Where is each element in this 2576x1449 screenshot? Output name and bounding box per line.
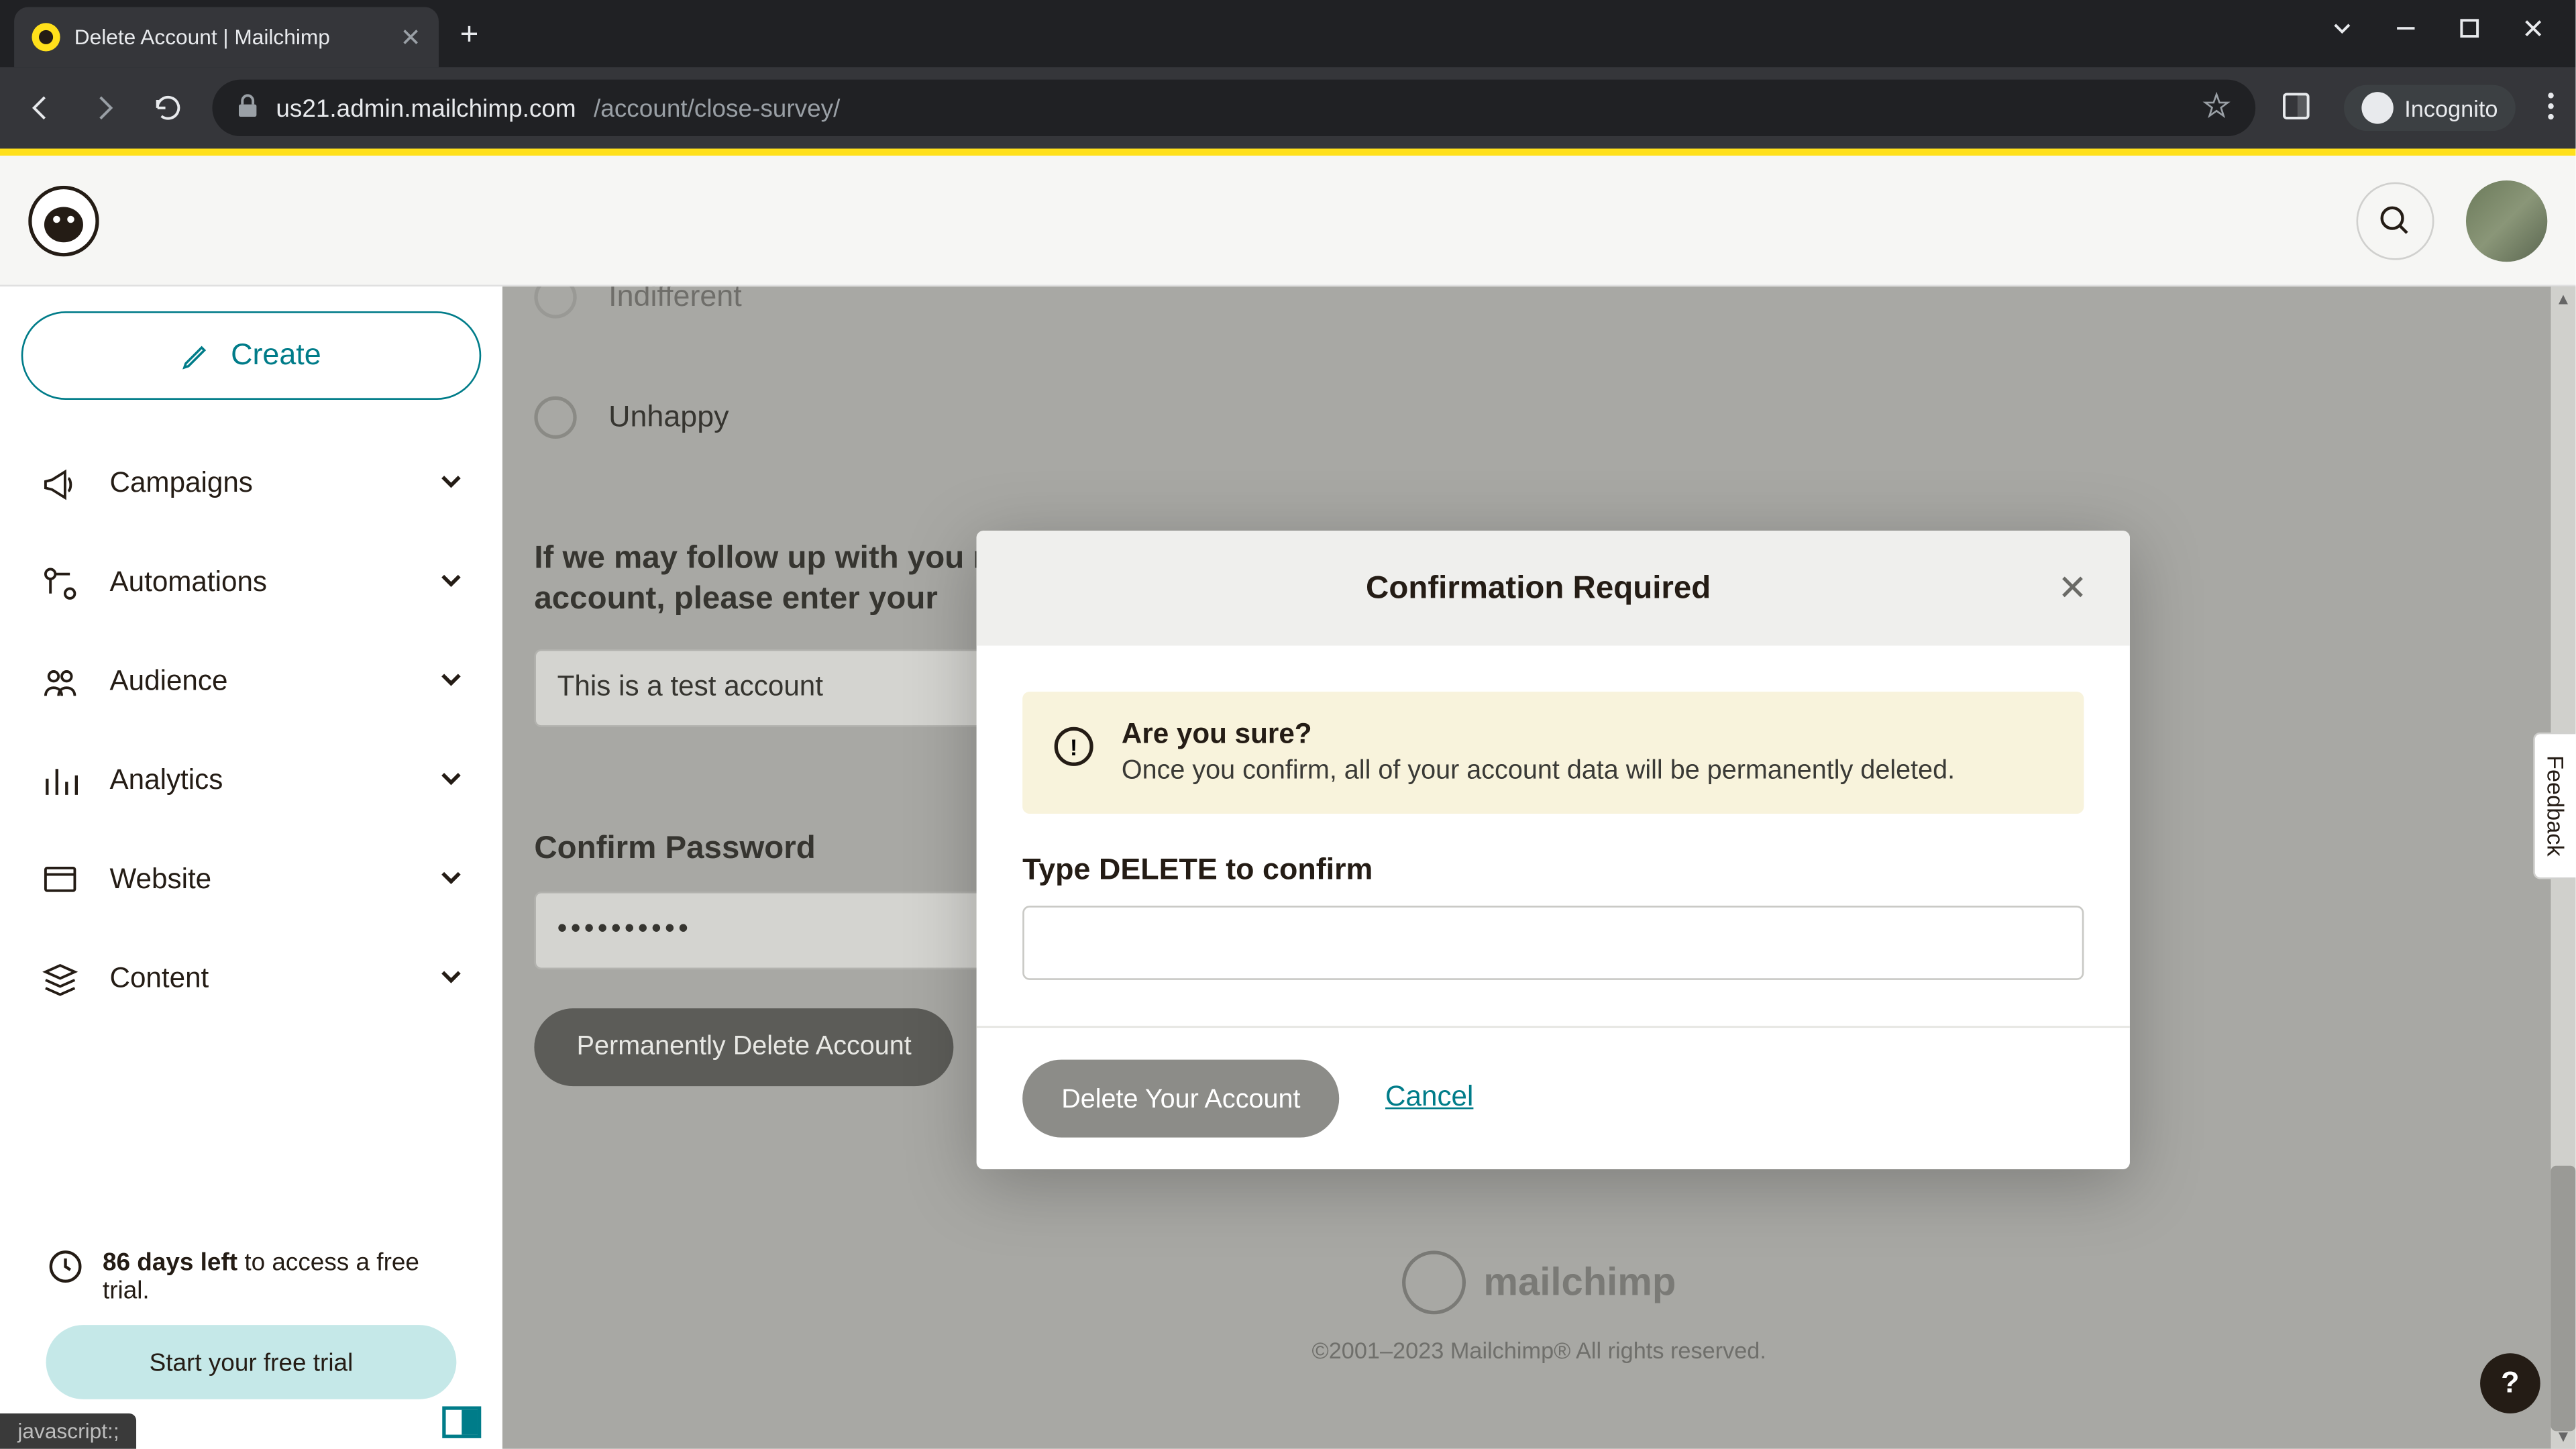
- warning-banner: ! Are you sure? Once you confirm, all of…: [1022, 692, 2084, 814]
- modal-title: Confirmation Required: [1019, 570, 2058, 606]
- scroll-up-icon[interactable]: ▲: [2551, 286, 2576, 311]
- status-bar: javascript:;: [0, 1413, 137, 1449]
- browser-chrome: Delete Account | Mailchimp ✕ + us21.admi…: [0, 0, 2575, 149]
- trial-callout: 86 days left to access a free trial. Sta…: [21, 1222, 482, 1424]
- nav-audience[interactable]: Audience: [21, 641, 482, 726]
- tab-close-icon[interactable]: ✕: [400, 22, 421, 52]
- radio-option[interactable]: [534, 286, 576, 318]
- tab-strip: Delete Account | Mailchimp ✕ +: [0, 0, 2575, 67]
- footer-logo: mailchimp: [1402, 1250, 1676, 1314]
- sidebar: Create Campaigns Automations Audience: [0, 286, 502, 1449]
- radio-unhappy[interactable]: [534, 396, 576, 439]
- chevron-down-icon: [439, 963, 464, 997]
- confirmation-modal: Confirmation Required ✕ ! Are you sure? …: [977, 531, 2130, 1169]
- search-icon: [2377, 203, 2413, 238]
- nav-automations[interactable]: Automations: [21, 541, 482, 627]
- maximize-icon[interactable]: [2459, 17, 2480, 44]
- feedback-tab[interactable]: Feedback: [2533, 733, 2575, 879]
- mailchimp-logo[interactable]: [28, 185, 99, 256]
- nav-analytics[interactable]: Analytics: [21, 739, 482, 824]
- address-bar: us21.admin.mailchimp.com/account/close-s…: [0, 67, 2575, 148]
- modal-close-button[interactable]: ✕: [2057, 566, 2087, 610]
- help-button[interactable]: ?: [2480, 1353, 2540, 1413]
- window-controls: [2300, 0, 2575, 62]
- browser-tab[interactable]: Delete Account | Mailchimp ✕: [14, 7, 439, 68]
- back-button[interactable]: [21, 89, 60, 127]
- url-path: /account/close-survey/: [594, 94, 840, 122]
- forward-button[interactable]: [85, 89, 124, 127]
- minimize-icon[interactable]: [2395, 17, 2416, 44]
- url-input[interactable]: us21.admin.mailchimp.com/account/close-s…: [212, 80, 2255, 136]
- chevron-down-icon: [439, 468, 464, 501]
- favicon-icon: [32, 23, 60, 51]
- warning-body: Once you confirm, all of your account da…: [1122, 755, 1955, 786]
- nav-label: Automations: [109, 568, 267, 599]
- warning-heading: Are you sure?: [1122, 720, 1955, 751]
- chevron-down-icon: [439, 864, 464, 898]
- audience-icon: [39, 661, 81, 704]
- megaphone-icon: [39, 464, 81, 506]
- trial-text: 86 days left to access a free trial.: [103, 1247, 456, 1303]
- clock-icon: [46, 1247, 85, 1291]
- footer-brand: mailchimp: [1483, 1260, 1676, 1306]
- tabs-dropdown-icon[interactable]: [2332, 17, 2353, 44]
- nav-label: Analytics: [109, 766, 223, 798]
- cookie-preferences-icon[interactable]: [442, 1406, 481, 1438]
- search-button[interactable]: [2356, 181, 2434, 259]
- app-header: [0, 156, 2575, 286]
- radio-label: Indifferent: [608, 286, 742, 315]
- warning-icon: !: [1055, 727, 1093, 766]
- chevron-down-icon: [439, 666, 464, 700]
- browser-menu-icon[interactable]: [2547, 91, 2555, 125]
- copyright-text: ©2001–2023 Mailchimp® All rights reserve…: [1311, 1338, 1766, 1364]
- radio-label: Unhappy: [608, 400, 729, 435]
- new-tab-button[interactable]: +: [439, 15, 500, 52]
- nav-label: Website: [109, 865, 211, 896]
- mailchimp-logo-icon: [1402, 1250, 1466, 1314]
- scrollbar-thumb[interactable]: [2551, 1166, 2576, 1432]
- nav-label: Content: [109, 964, 209, 996]
- chevron-down-icon: [439, 567, 464, 600]
- tab-title: Delete Account | Mailchimp: [74, 25, 330, 50]
- url-host: us21.admin.mailchimp.com: [276, 94, 576, 122]
- incognito-label: Incognito: [2404, 95, 2498, 121]
- content-icon: [39, 959, 81, 1001]
- reload-button[interactable]: [149, 89, 188, 127]
- start-trial-button[interactable]: Start your free trial: [46, 1325, 457, 1399]
- website-icon: [39, 860, 81, 902]
- confirm-delete-input[interactable]: [1022, 906, 2084, 980]
- analytics-icon: [39, 761, 81, 803]
- nav-label: Audience: [109, 667, 227, 698]
- pencil-icon: [181, 339, 213, 371]
- nav-campaigns[interactable]: Campaigns: [21, 442, 482, 527]
- delete-account-button[interactable]: Delete Your Account: [1022, 1060, 1339, 1138]
- confirm-input-label: Type DELETE to confirm: [1022, 853, 2084, 888]
- lock-icon: [237, 93, 258, 123]
- close-window-icon[interactable]: [2522, 17, 2544, 44]
- profile-avatar[interactable]: [2466, 180, 2547, 261]
- incognito-icon: [2362, 92, 2394, 123]
- permanently-delete-button[interactable]: Permanently Delete Account: [534, 1008, 954, 1086]
- cancel-link[interactable]: Cancel: [1385, 1083, 1473, 1114]
- scroll-down-icon[interactable]: ▼: [2551, 1424, 2576, 1449]
- nav-website[interactable]: Website: [21, 839, 482, 924]
- bookmark-icon[interactable]: [2203, 91, 2231, 125]
- incognito-badge[interactable]: Incognito: [2345, 85, 2516, 131]
- nav-content[interactable]: Content: [21, 938, 482, 1023]
- nav-label: Campaigns: [109, 469, 252, 500]
- automation-icon: [39, 563, 81, 605]
- extensions-icon[interactable]: [2281, 89, 2312, 126]
- chevron-down-icon: [439, 765, 464, 799]
- create-label: Create: [231, 338, 321, 374]
- create-button[interactable]: Create: [21, 311, 482, 400]
- accent-bar: [0, 149, 2575, 156]
